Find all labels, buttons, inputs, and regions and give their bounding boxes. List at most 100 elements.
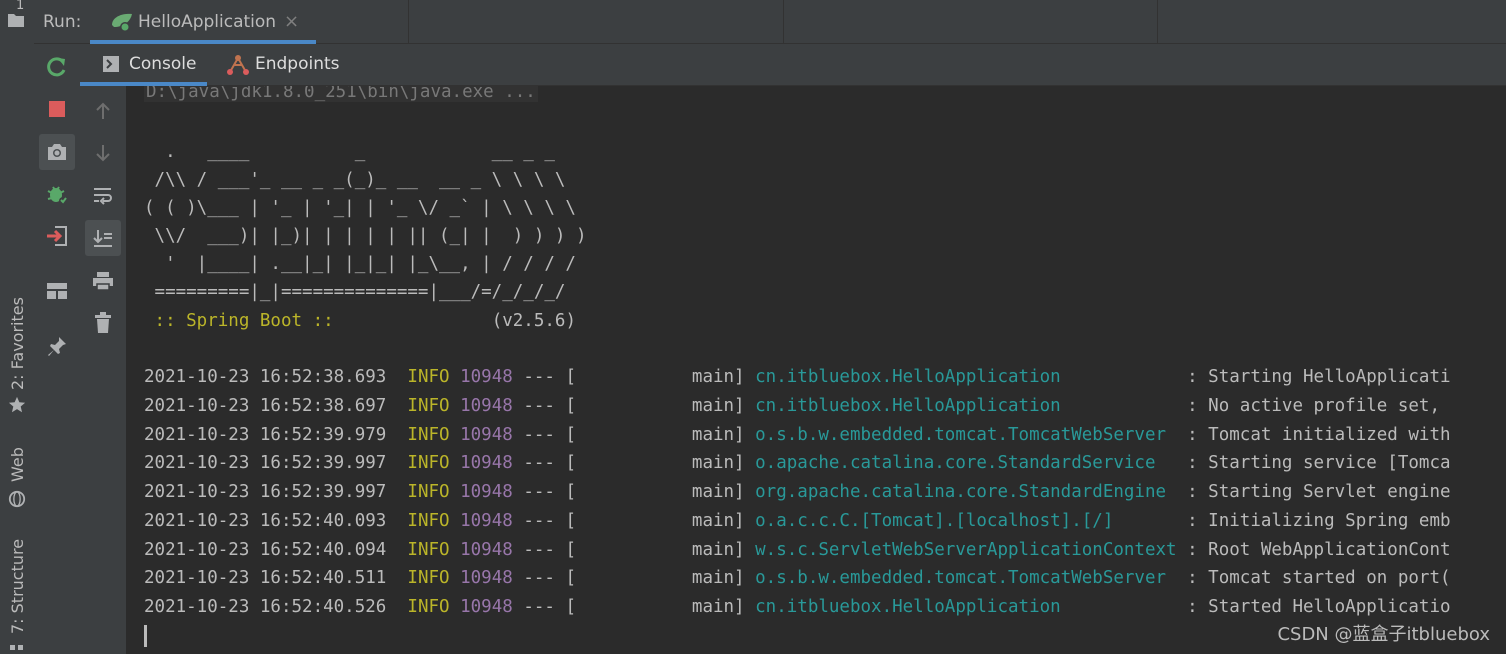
run-actions-toolbar (34, 44, 80, 654)
log-timestamp: 2021-10-23 16:52:40.094 (144, 539, 387, 560)
banner-line: ( ( )\___ | '_ | '_| | '_ \/ _` | \ \ \ … (144, 198, 576, 218)
tab-console-label: Console (129, 54, 197, 74)
log-separator: --- [ (512, 597, 577, 617)
soft-wrap-button[interactable] (88, 180, 118, 210)
header-separator (783, 0, 784, 43)
clear-all-button[interactable] (88, 308, 118, 338)
banner-line: /\\ / ___'_ __ _ _(_)_ __ __ _ \ \ \ \ (144, 170, 566, 190)
log-thread: main] (576, 453, 756, 474)
log-pid: 10948 (460, 367, 513, 387)
structure-tool-button[interactable]: 7: Structure (0, 530, 34, 654)
log-separator: --- [ (512, 510, 577, 531)
log-timestamp: 2021-10-23 16:52:38.693 (144, 367, 387, 387)
log-message: : Tomcat initialized with (1176, 424, 1451, 445)
tab-console[interactable]: Console (80, 44, 207, 86)
restore-layout-button[interactable] (42, 276, 72, 306)
pin-tab-button[interactable] (42, 331, 72, 361)
log-separator: --- [ (512, 424, 577, 445)
log-pid: 10948 (460, 395, 513, 416)
banner-line: ' |____| .__|_| |_|_| |_\__, | / / / / (144, 254, 576, 274)
log-thread: main] (576, 510, 756, 531)
log-thread: main] (576, 568, 756, 589)
log-thread: main] (576, 597, 756, 617)
log-separator: --- [ (512, 568, 577, 589)
log-message: : Starting Servlet engine (1176, 482, 1451, 502)
log-thread: main] (576, 424, 756, 445)
log-separator: --- [ (512, 539, 577, 560)
scroll-to-end-button[interactable] (85, 220, 121, 256)
header-separator (1157, 0, 1158, 43)
camera-icon (48, 144, 66, 160)
exit-button[interactable] (42, 221, 72, 251)
debug-bug-icon (47, 186, 67, 205)
log-timestamp: 2021-10-23 16:52:39.997 (144, 453, 387, 474)
stop-button[interactable] (42, 94, 72, 124)
log-separator: --- [ (512, 453, 577, 474)
structure-label: 7: Structure (8, 538, 27, 634)
endpoints-icon (227, 55, 249, 75)
log-separator: --- [ (512, 395, 577, 416)
log-timestamp: 2021-10-23 16:52:40.511 (144, 568, 387, 589)
log-logger: cn.itbluebox.HelloApplication (755, 367, 1177, 387)
log-message: : Started HelloApplicatio (1176, 597, 1451, 617)
close-icon[interactable]: × (284, 11, 299, 32)
project-tool-button[interactable]: 1 (6, 0, 28, 32)
console-toolbar (80, 86, 126, 654)
log-message: : Root WebApplicationCont (1176, 539, 1451, 560)
dump-threads-button[interactable] (39, 134, 75, 170)
run-label: Run: (43, 12, 82, 32)
log-logger: cn.itbluebox.HelloApplication (755, 597, 1177, 617)
log-message: : Tomcat started on port( (1176, 568, 1451, 589)
log-thread: main] (576, 367, 756, 387)
rerun-button[interactable] (42, 52, 72, 82)
log-line: 2021-10-23 16:52:40.526 INFO 10948 --- [… (144, 597, 1451, 617)
tab-endpoints-label: Endpoints (255, 54, 340, 74)
log-message: : No active profile set, (1176, 395, 1451, 416)
log-pid: 10948 (460, 424, 513, 445)
web-label: Web (8, 447, 27, 482)
run-tool-window-header: Run: HelloApplication × (34, 0, 1506, 44)
banner-line: =========|_|==============|___/=/_/_/_/ (144, 282, 566, 302)
up-stack-button[interactable] (88, 96, 118, 126)
log-logger: w.s.c.ServletWebServerApplicationContext (755, 539, 1177, 560)
console-icon (103, 56, 119, 72)
java-command: D:\java\jdk1.8.0_251\bin\java.exe ... (144, 86, 538, 102)
favorites-label: 2: Favorites (8, 297, 27, 390)
favorites-tool-button[interactable]: 2: Favorites (0, 290, 34, 420)
run-tab-hello-application[interactable]: HelloApplication × (90, 0, 316, 44)
scroll-to-end-icon (93, 230, 112, 247)
banner-line: . ____ _ __ _ _ (144, 142, 555, 162)
log-separator: --- [ (512, 482, 577, 502)
log-level: INFO (407, 597, 450, 617)
log-level: INFO (407, 453, 450, 474)
log-thread: main] (576, 482, 756, 502)
tab-endpoints[interactable]: Endpoints (220, 44, 350, 86)
log-logger: o.a.c.c.C.[Tomcat].[localhost].[/] (755, 510, 1177, 531)
log-line: 2021-10-23 16:52:40.093 INFO 10948 --- [… (144, 511, 1451, 531)
log-pid: 10948 (460, 568, 513, 589)
rerun-icon (47, 57, 66, 77)
log-message: : Initializing Spring emb (1176, 510, 1451, 531)
log-timestamp: 2021-10-23 16:52:40.093 (144, 510, 387, 531)
log-level: INFO (407, 482, 450, 502)
structure-icon (10, 645, 23, 650)
log-logger: org.apache.catalina.core.StandardEngine (755, 482, 1177, 502)
folder-icon (8, 14, 24, 27)
header-separator (408, 0, 409, 43)
print-button[interactable] (88, 266, 118, 296)
log-line: 2021-10-23 16:52:39.997 INFO 10948 --- [… (144, 482, 1451, 502)
log-logger: o.apache.catalina.core.StandardService (755, 453, 1177, 474)
debug-button[interactable] (42, 180, 72, 210)
log-thread: main] (576, 395, 756, 416)
log-level: INFO (407, 367, 450, 387)
soft-wrap-icon (94, 188, 112, 205)
exit-icon (47, 226, 67, 246)
log-separator: --- [ (512, 367, 577, 387)
log-timestamp: 2021-10-23 16:52:38.697 (144, 395, 387, 416)
log-level: INFO (407, 539, 450, 560)
console-output[interactable]: D:\java\jdk1.8.0_251\bin\java.exe ... . … (126, 86, 1506, 654)
log-level: INFO (407, 510, 450, 531)
log-timestamp: 2021-10-23 16:52:39.979 (144, 424, 387, 445)
web-tool-button[interactable]: Web (0, 440, 34, 514)
down-stack-button[interactable] (88, 138, 118, 168)
